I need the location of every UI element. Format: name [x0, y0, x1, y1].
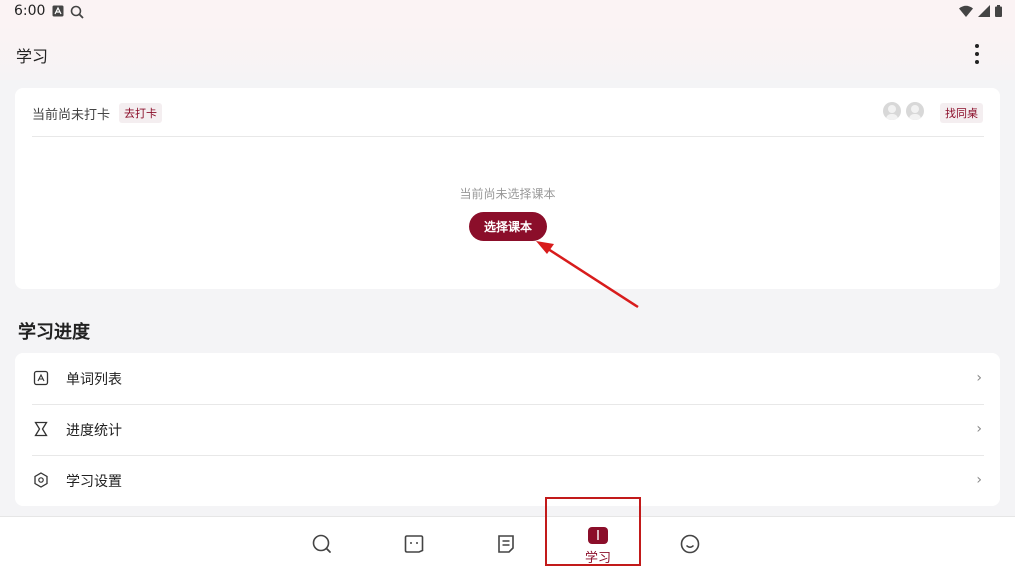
chevron-right-icon: › [976, 472, 982, 488]
divider [32, 136, 984, 137]
checkin-button[interactable]: 去打卡 [119, 103, 162, 123]
nav-item-search[interactable] [292, 517, 352, 571]
search-icon [312, 534, 331, 553]
study-card: 当前尚未打卡 去打卡 找同桌 当前尚未选择课本 选择课本 [15, 88, 1000, 289]
notification-search-icon [70, 5, 84, 19]
list-item-label: 学习设置 [66, 474, 122, 490]
notes-icon [498, 535, 514, 553]
hourglass-icon [34, 421, 48, 437]
choose-book-button[interactable]: 选择课本 [469, 212, 547, 241]
no-book-text: 当前尚未选择课本 [459, 187, 556, 201]
smiley-icon [680, 534, 700, 554]
list-item-label: 单词列表 [66, 372, 122, 388]
list-item-progress-stats[interactable]: 进度统计 › [15, 404, 1000, 455]
annotation-highlight-box [545, 497, 641, 566]
settings-hexagon-icon [34, 472, 48, 488]
chat-icon [404, 535, 424, 553]
app-bar: 学习 [0, 24, 1015, 80]
word-list-icon [33, 370, 49, 386]
progress-list: 单词列表 › 进度统计 › 学习设置 › [15, 353, 1000, 506]
nav-item-chat[interactable] [384, 517, 444, 571]
wifi-icon [959, 5, 973, 17]
avatar [883, 102, 901, 120]
bottom-navigation: 学习 [0, 516, 1015, 571]
more-options-button[interactable] [965, 44, 989, 64]
find-deskmate-button[interactable]: 找同桌 [940, 103, 983, 123]
avatar [906, 102, 924, 120]
battery-icon [995, 5, 1002, 17]
list-item-word-list[interactable]: 单词列表 › [15, 353, 1000, 404]
status-bar: 6:00 [0, 0, 1015, 24]
chevron-right-icon: › [976, 370, 982, 386]
more-options-icon [975, 44, 979, 48]
progress-section-title: 学习进度 [18, 322, 90, 343]
checkin-status-text: 当前尚未打卡 [32, 108, 111, 123]
page-title: 学习 [16, 47, 49, 66]
notification-a-icon [52, 5, 64, 17]
chevron-right-icon: › [976, 421, 982, 437]
signal-icon [978, 5, 990, 17]
nav-item-profile[interactable] [660, 517, 720, 571]
list-item-study-settings[interactable]: 学习设置 › [15, 455, 1000, 506]
list-item-label: 进度统计 [66, 423, 122, 439]
nav-item-notes[interactable] [476, 517, 536, 571]
deskmate-avatars [883, 102, 924, 120]
status-time: 6:00 [14, 3, 46, 19]
